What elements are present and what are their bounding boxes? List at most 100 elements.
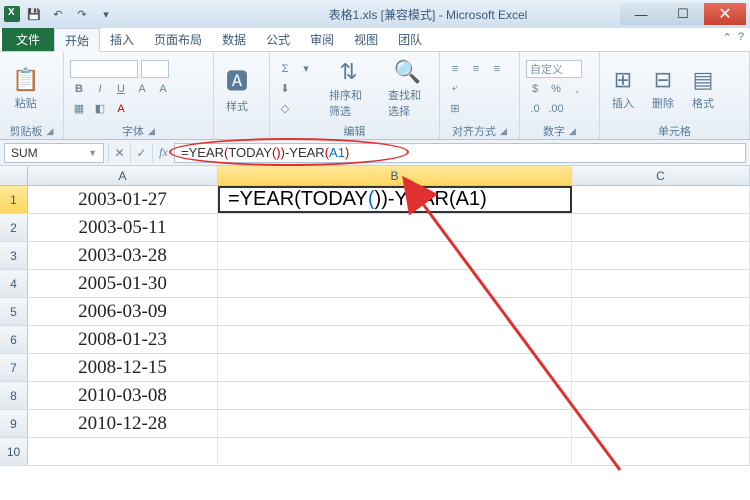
row-header[interactable]: 9 xyxy=(0,410,28,437)
formula-input[interactable]: =YEAR(TODAY())-YEAR(A1) xyxy=(174,143,746,163)
cell-b9[interactable] xyxy=(218,410,572,437)
redo-icon[interactable]: ↷ xyxy=(72,4,92,24)
row-header[interactable]: 3 xyxy=(0,242,28,269)
styles-button[interactable]: 🅰 样式 xyxy=(220,62,254,116)
select-all-corner[interactable] xyxy=(0,166,28,185)
undo-icon[interactable]: ↶ xyxy=(48,4,68,24)
increase-decimal-button[interactable]: .0 xyxy=(526,100,544,118)
spreadsheet-grid[interactable]: A B C 1 2003-01-27 =YEAR(TODAY())-YEAR(A… xyxy=(0,166,750,496)
cell-c10[interactable] xyxy=(572,438,750,465)
minimize-ribbon-icon[interactable]: ⌃ xyxy=(723,31,732,44)
cell-a4[interactable]: 2005-01-30 xyxy=(28,270,218,297)
cell-c2[interactable] xyxy=(572,214,750,241)
column-header-a[interactable]: A xyxy=(28,166,218,185)
name-box[interactable]: SUM ▼ xyxy=(4,143,104,163)
fill-button[interactable]: ⬇ xyxy=(276,80,294,98)
cell-a10[interactable] xyxy=(28,438,218,465)
row-header[interactable]: 2 xyxy=(0,214,28,241)
paste-button[interactable]: 📋 粘贴 xyxy=(6,65,45,113)
cell-b3[interactable] xyxy=(218,242,572,269)
decrease-decimal-button[interactable]: .00 xyxy=(547,100,565,118)
cell-a6[interactable]: 2008-01-23 xyxy=(28,326,218,353)
fill-color-button[interactable]: ◧ xyxy=(91,100,109,118)
cell-a3[interactable]: 2003-03-28 xyxy=(28,242,218,269)
cell-c4[interactable] xyxy=(572,270,750,297)
row-header[interactable]: 7 xyxy=(0,354,28,381)
tab-page-layout[interactable]: 页面布局 xyxy=(144,28,212,51)
column-header-c[interactable]: C xyxy=(572,166,750,185)
cell-b6[interactable] xyxy=(218,326,572,353)
cell-c9[interactable] xyxy=(572,410,750,437)
close-button[interactable]: ✕ xyxy=(704,3,746,25)
save-icon[interactable]: 💾 xyxy=(24,4,44,24)
percent-button[interactable]: % xyxy=(547,80,565,98)
cell-c3[interactable] xyxy=(572,242,750,269)
cell-c8[interactable] xyxy=(572,382,750,409)
align-right-button[interactable]: ≡ xyxy=(488,60,506,78)
row-header[interactable]: 1 xyxy=(0,186,28,213)
cell-b8[interactable] xyxy=(218,382,572,409)
cell-c5[interactable] xyxy=(572,298,750,325)
cell-a2[interactable]: 2003-05-11 xyxy=(28,214,218,241)
cell-b4[interactable] xyxy=(218,270,572,297)
help-icon[interactable]: ? xyxy=(738,31,744,44)
enter-formula-button[interactable]: ✓ xyxy=(130,143,152,163)
tab-data[interactable]: 数据 xyxy=(212,28,256,51)
italic-button[interactable]: I xyxy=(91,80,109,98)
cell-b5[interactable] xyxy=(218,298,572,325)
bold-button[interactable]: B xyxy=(70,80,88,98)
cell-a1[interactable]: 2003-01-27 xyxy=(28,186,218,213)
clear-button[interactable]: ◇ xyxy=(276,100,294,118)
tab-team[interactable]: 团队 xyxy=(388,28,432,51)
format-cells-button[interactable]: ▤格式 xyxy=(686,65,720,113)
column-header-b[interactable]: B xyxy=(218,166,572,185)
font-name-combo[interactable] xyxy=(70,60,138,78)
tab-home[interactable]: 开始 xyxy=(54,28,100,52)
tab-file[interactable]: 文件 xyxy=(2,28,54,51)
clipboard-dialog-launcher[interactable]: ◢ xyxy=(47,126,54,137)
row-header[interactable]: 5 xyxy=(0,298,28,325)
number-dialog-launcher[interactable]: ◢ xyxy=(569,126,576,137)
number-format-combo[interactable]: 自定义 xyxy=(526,60,582,78)
cell-b7[interactable] xyxy=(218,354,572,381)
font-color-button[interactable]: A xyxy=(112,100,130,118)
row-header[interactable]: 8 xyxy=(0,382,28,409)
border-button[interactable]: ▦ xyxy=(70,100,88,118)
row-header[interactable]: 10 xyxy=(0,438,28,465)
cell-b10[interactable] xyxy=(218,438,572,465)
delete-cells-button[interactable]: ⊟删除 xyxy=(646,65,680,113)
wrap-text-button[interactable]: ⤶ xyxy=(446,80,464,98)
font-grow-button[interactable]: A xyxy=(133,80,151,98)
font-size-combo[interactable] xyxy=(141,60,169,78)
row-header[interactable]: 4 xyxy=(0,270,28,297)
name-box-dropdown-icon[interactable]: ▼ xyxy=(88,148,97,158)
row-header[interactable]: 6 xyxy=(0,326,28,353)
font-shrink-button[interactable]: A xyxy=(154,80,172,98)
cell-c7[interactable] xyxy=(572,354,750,381)
align-center-button[interactable]: ≡ xyxy=(467,60,485,78)
tab-insert[interactable]: 插入 xyxy=(100,28,144,51)
tab-review[interactable]: 审阅 xyxy=(300,28,344,51)
cell-a8[interactable]: 2010-03-08 xyxy=(28,382,218,409)
insert-cells-button[interactable]: ⊞插入 xyxy=(606,65,640,113)
insert-function-button[interactable]: fx xyxy=(152,143,174,163)
minimize-button[interactable]: — xyxy=(620,3,662,25)
comma-button[interactable]: , xyxy=(568,80,586,98)
cell-c1[interactable] xyxy=(572,186,750,213)
tab-view[interactable]: 视图 xyxy=(344,28,388,51)
currency-button[interactable]: $ xyxy=(526,80,544,98)
alignment-dialog-launcher[interactable]: ◢ xyxy=(500,126,507,137)
cell-b1[interactable]: =YEAR(TODAY())-YEAR(A1) xyxy=(218,186,572,213)
font-dialog-launcher[interactable]: ◢ xyxy=(148,126,155,137)
qat-dropdown-icon[interactable]: ▾ xyxy=(96,4,116,24)
align-left-button[interactable]: ≡ xyxy=(446,60,464,78)
maximize-button[interactable]: ☐ xyxy=(662,3,704,25)
find-select-button[interactable]: 🔍 查找和选择 xyxy=(382,57,433,121)
sort-filter-button[interactable]: ⇅ 排序和筛选 xyxy=(323,57,374,121)
cell-a9[interactable]: 2010-12-28 xyxy=(28,410,218,437)
tab-formulas[interactable]: 公式 xyxy=(256,28,300,51)
cell-b2[interactable] xyxy=(218,214,572,241)
cell-a5[interactable]: 2006-03-09 xyxy=(28,298,218,325)
underline-button[interactable]: U xyxy=(112,80,130,98)
cell-a7[interactable]: 2008-12-15 xyxy=(28,354,218,381)
